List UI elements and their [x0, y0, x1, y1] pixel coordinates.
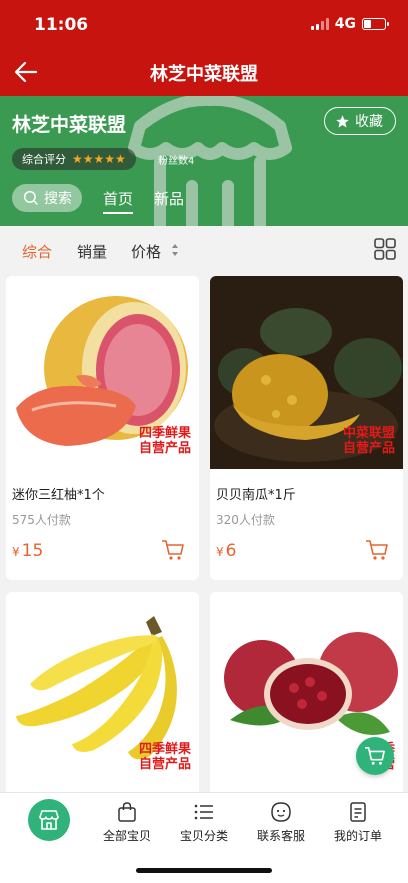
brand-stamp: 四季鲜果 自营产品	[139, 742, 191, 772]
sort-comprehensive[interactable]: 综合	[22, 241, 52, 262]
nav-my-orders[interactable]: 我的订单	[323, 801, 393, 844]
stamp-line: 四季鲜果	[138, 742, 191, 757]
top-bar: 11:06 4G 林芝中菜联盟	[0, 0, 408, 96]
product-card[interactable]: 四季鲜果 自营产品 迷你三红柚*1个 575人付款 ¥15	[6, 276, 199, 580]
product-name: 贝贝南瓜*1斤	[216, 488, 296, 503]
rating-stars: ★★★★★	[72, 152, 126, 166]
network-label: 4G	[334, 16, 356, 32]
nav-label: 我的订单	[333, 829, 382, 843]
currency-symbol: ¥	[216, 545, 224, 559]
tab-home[interactable]: 首页	[103, 188, 134, 214]
product-price: ¥15	[12, 541, 43, 561]
home-indicator	[136, 868, 272, 873]
status-indicators: 4G	[310, 16, 389, 32]
product-card[interactable]: 四季鲜果 自营产品	[6, 592, 199, 812]
search-button[interactable]: 搜索	[12, 184, 82, 212]
stamp-line: 自营产品	[138, 757, 191, 772]
page-title: 林芝中菜联盟	[150, 64, 258, 85]
brand-stamp: 中菜联盟 自营产品	[343, 426, 395, 456]
stamp-line: 自营产品	[342, 441, 395, 456]
fans-count: 粉丝数4	[158, 156, 195, 167]
storefront-watermark-icon	[128, 96, 292, 226]
service-face-icon	[271, 802, 291, 822]
nav-customer-service[interactable]: 联系客服	[246, 801, 316, 844]
nav-categories[interactable]: 宝贝分类	[169, 801, 239, 844]
order-document-icon	[350, 802, 366, 822]
rating-badge: 综合评分 ★★★★★	[12, 148, 136, 170]
nav-label: 联系客服	[256, 829, 305, 843]
product-card[interactable]: 中菜联盟 自营产品 贝贝南瓜*1斤 320人付款 ¥6	[210, 276, 403, 580]
shop-name: 林芝中菜联盟	[12, 114, 127, 136]
floating-cart-button[interactable]	[356, 737, 394, 775]
grid-view-icon[interactable]	[374, 238, 396, 260]
tab-new[interactable]: 新品	[154, 188, 184, 209]
nav-label: 宝贝分类	[179, 829, 228, 843]
nav-all-items[interactable]: 全部宝贝	[92, 801, 162, 844]
stamp-line: 自营产品	[138, 441, 191, 456]
stamp-line: 四季鲜果	[138, 426, 191, 441]
stamp-line: 中菜联盟	[342, 426, 395, 441]
product-name: 迷你三红柚*1个	[12, 488, 105, 503]
signal-icon	[310, 18, 329, 30]
shop-home-button[interactable]	[28, 799, 70, 841]
product-sales: 575人付款	[12, 513, 71, 527]
currency-symbol: ¥	[12, 545, 20, 559]
star-icon	[336, 114, 349, 127]
product-price: ¥6	[216, 541, 236, 561]
sort-bar: 综合 销量 价格	[0, 226, 408, 274]
shop-banner: 林芝中菜联盟 收藏 综合评分 ★★★★★ 粉丝数4 搜索 首页 新品	[0, 96, 408, 226]
add-to-cart-icon[interactable]	[161, 539, 185, 561]
status-time: 11:06	[34, 15, 89, 35]
add-to-cart-icon[interactable]	[365, 539, 389, 561]
storefront-icon	[39, 810, 59, 830]
sort-arrows-icon[interactable]	[171, 243, 179, 257]
brand-stamp: 四季鲜果 自营产品	[139, 426, 191, 456]
battery-icon	[362, 18, 389, 30]
search-label: 搜索	[44, 191, 72, 207]
rating-label: 综合评分	[22, 153, 66, 166]
sort-price[interactable]: 价格	[131, 241, 161, 262]
list-icon	[194, 804, 213, 820]
price-value: 15	[21, 541, 44, 561]
favorite-label: 收藏	[355, 114, 383, 130]
shop-page: 11:06 4G 林芝中菜联盟 林芝中菜联盟 收藏 综合评分 ★★★★★ 粉丝数…	[0, 0, 408, 883]
cart-icon	[365, 747, 385, 765]
favorite-button[interactable]: 收藏	[324, 107, 396, 135]
sort-sales[interactable]: 销量	[77, 241, 107, 262]
shopping-bag-icon	[118, 802, 136, 822]
product-card[interactable]: 四季 自营	[210, 592, 403, 812]
product-sales: 320人付款	[216, 513, 275, 527]
price-value: 6	[225, 541, 237, 561]
nav-label: 全部宝贝	[102, 829, 151, 843]
search-icon	[23, 190, 38, 205]
